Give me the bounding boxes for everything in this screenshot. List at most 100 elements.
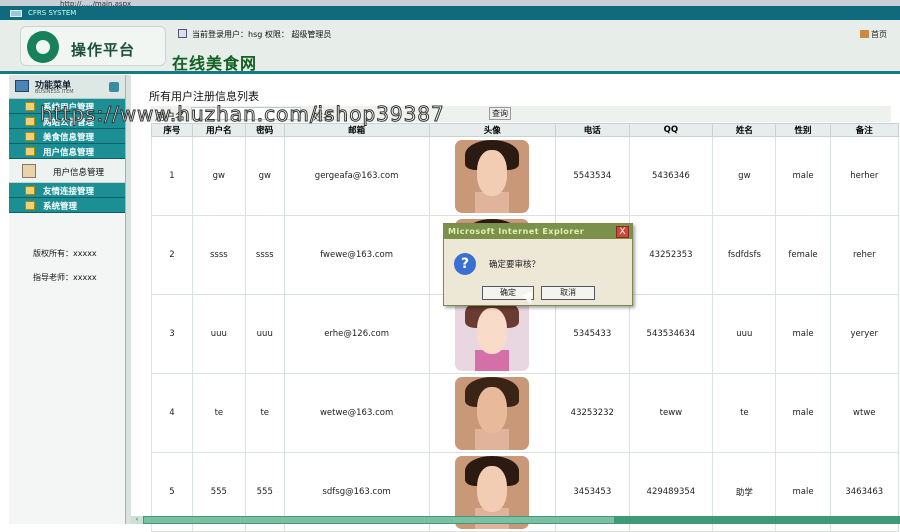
table-row: 3 uuu uuu erhe@126.com 5345433 543534634…: [151, 294, 900, 374]
cell-password: te: [244, 373, 285, 453]
avatar: [455, 297, 530, 371]
sidebar-item-system[interactable]: 系统管理: [9, 198, 126, 213]
col-header: 姓名: [712, 123, 777, 137]
copyright-text: 版权所有：xxxxx: [33, 249, 97, 258]
sidebar-subitem-label: 用户信息管理: [53, 168, 105, 178]
cell-name: gw: [712, 136, 777, 216]
col-header: 性别: [775, 123, 831, 137]
cell-gender: female: [775, 215, 831, 295]
logo: 操作平台: [20, 26, 166, 66]
close-icon[interactable]: X: [616, 226, 629, 238]
logo-text: 操作平台: [71, 41, 136, 59]
cell-id: 4: [151, 373, 193, 453]
header: 操作平台 在线美食网 当前登录用户：hsg 权限： 超级管理员 首页: [0, 20, 900, 74]
folder-icon: [25, 117, 35, 126]
cell-avatar: [428, 373, 557, 453]
cell-username: ssss: [191, 215, 246, 295]
page-title: 所有用户注册信息列表: [149, 90, 259, 103]
sidebar-item-links[interactable]: 友情连接管理: [9, 183, 126, 198]
user-info: 当前登录用户：hsg 权限： 超级管理员: [178, 29, 331, 40]
col-header: 序号: [151, 123, 193, 137]
col-header: 用户名: [191, 123, 246, 137]
cell-phone: 5543534: [555, 136, 630, 216]
collapse-icon[interactable]: [109, 82, 119, 92]
cell-note: reher: [829, 215, 900, 295]
sidebar-subitem-user-info[interactable]: 用户信息管理: [9, 159, 126, 183]
col-header: 电话: [555, 123, 630, 137]
dialog-message: 确定要审核？: [489, 260, 541, 270]
cell-qq: 43252353: [628, 215, 714, 295]
dialog-title: Microsoft Internet Explorer: [444, 224, 632, 239]
home-link-label: 首页: [871, 30, 887, 39]
avatar: [455, 376, 530, 450]
cell-password: ssss: [244, 215, 285, 295]
cell-note: herher: [829, 136, 900, 216]
avatar: [455, 139, 530, 213]
table-row: 4 te te wetwe@163.com 43253232 teww te m…: [151, 373, 900, 453]
cell-qq: 5436346: [628, 136, 714, 216]
cancel-button[interactable]: 取消: [541, 286, 595, 300]
question-icon: ?: [454, 253, 476, 275]
username-search-input[interactable]: [191, 107, 301, 120]
cell-gender: male: [775, 373, 831, 453]
cell-username: te: [191, 373, 246, 453]
query-button[interactable]: 查询: [489, 107, 511, 120]
cell-email: fwewe@163.com: [283, 215, 430, 295]
sidebar-item-announcements[interactable]: 网站公告管理: [9, 114, 126, 129]
cell-id: 3: [151, 294, 193, 374]
sidebar-item-label: 系统管理: [43, 202, 78, 212]
sidebar-item-system-users[interactable]: 系统用户管理: [9, 99, 126, 114]
teacher-text: 指导老师：xxxxx: [33, 273, 97, 282]
cell-phone: 43253232: [555, 373, 630, 453]
col-header: 头像: [428, 123, 557, 137]
cell-password: gw: [244, 136, 285, 216]
cell-email: wetwe@163.com: [283, 373, 430, 453]
folder-icon: [25, 201, 35, 210]
credits: 版权所有：xxxxx 指导老师：xxxxx: [33, 242, 97, 290]
cell-password: uuu: [244, 294, 285, 374]
home-link[interactable]: 首页: [860, 29, 887, 40]
confirm-dialog: Microsoft Internet Explorer X ? 确定要审核？ 确…: [443, 223, 633, 306]
cell-note: wtwe: [829, 373, 900, 453]
user-info-text: 当前登录用户：hsg 权限： 超级管理员: [192, 30, 332, 39]
cell-gender: male: [775, 294, 831, 374]
col-header: 密码: [244, 123, 285, 137]
horizontal-scrollbar[interactable]: ‹: [131, 516, 900, 524]
cell-name: te: [712, 373, 777, 453]
logo-mark-icon: [27, 31, 59, 63]
cell-id: 2: [151, 215, 193, 295]
col-header: 备注: [829, 123, 900, 137]
username-label: 用户名: [155, 112, 185, 123]
search-bar: 用户名 姓名 查询: [151, 106, 891, 123]
cell-name: fsdfdsfs: [712, 215, 777, 295]
cell-name: uuu: [712, 294, 777, 374]
user-icon: [178, 29, 187, 38]
cell-avatar: [428, 294, 557, 374]
home-icon: [860, 30, 869, 38]
sidebar-header: 功能菜单 BUSINESS ITEM: [9, 75, 126, 99]
app-title-strip: CFRS SYSTEM: [0, 6, 900, 20]
user-doc-icon: [22, 164, 36, 178]
cell-email: gergeafa@163.com: [283, 136, 430, 216]
scroll-thumb[interactable]: [144, 517, 614, 523]
sidebar-item-user-info[interactable]: 用户信息管理: [9, 144, 126, 159]
folder-icon: [25, 102, 35, 111]
table-header-row: 序号 用户名 密码 邮箱 头像 电话 QQ 姓名 性别 备注: [151, 123, 900, 137]
folder-icon: [25, 186, 35, 195]
scroll-left-icon[interactable]: ‹: [131, 516, 143, 524]
cell-note: yeryer: [829, 294, 900, 374]
cell-gender: male: [775, 136, 831, 216]
folder-icon: [25, 132, 35, 141]
sidebar-item-food-info[interactable]: 美食信息管理: [9, 129, 126, 144]
menu-icon: [15, 80, 29, 92]
sidebar-item-label: 友情连接管理: [43, 187, 95, 197]
sidebar-item-label: 用户信息管理: [43, 148, 95, 158]
sidebar-item-label: 美食信息管理: [43, 133, 95, 143]
cell-avatar: [428, 136, 557, 216]
cell-qq: 543534634: [628, 294, 714, 374]
sidebar: 功能菜单 BUSINESS ITEM 系统用户管理 网站公告管理 美食信息管理 …: [9, 75, 126, 524]
cell-username: uuu: [191, 294, 246, 374]
table-row: 1 gw gw gergeafa@163.com 5543534 5436346…: [151, 136, 900, 216]
cell-email: erhe@126.com: [283, 294, 430, 374]
cell-id: 1: [151, 136, 193, 216]
